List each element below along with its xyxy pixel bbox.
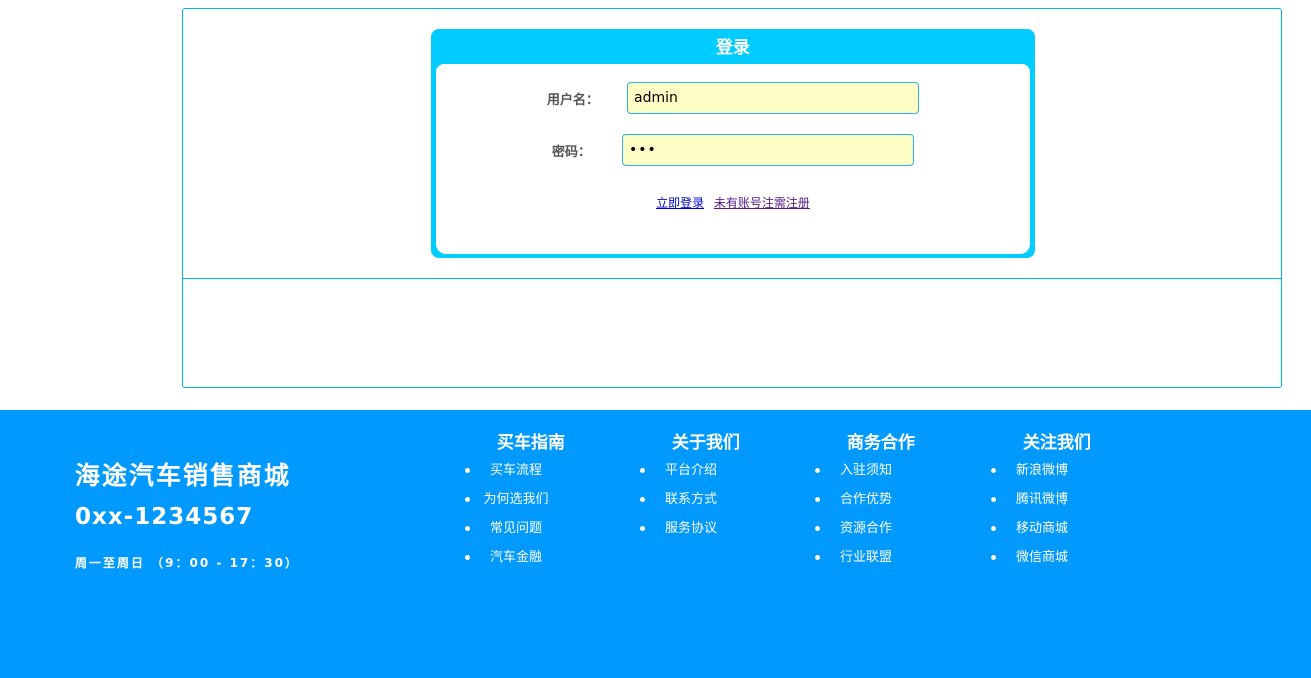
bullet-icon (815, 497, 820, 502)
footer-column-business: 商务合作 入驻须知 合作优势 资源合作 行业联盟 (815, 432, 965, 572)
bullet-icon (465, 468, 470, 473)
frame-divider (183, 278, 1281, 279)
footer-link[interactable]: 合作优势 (815, 485, 965, 514)
password-input[interactable] (622, 134, 914, 166)
footer-link[interactable]: 入驻须知 (815, 456, 965, 485)
login-panel: 登录 用户名： 密码： 立即登录 未有账号注需注册 (431, 29, 1035, 258)
bullet-icon (465, 555, 470, 560)
login-form: 用户名： 密码： 立即登录 未有账号注需注册 (436, 64, 1030, 254)
footer-column-about-us: 关于我们 平台介绍 联系方式 服务协议 (640, 432, 790, 543)
footer-link-label: 入驻须知 (839, 463, 892, 478)
footer-link-label: 联系方式 (664, 492, 717, 507)
footer-column-follow-us: 关注我们 新浪微博 腾讯微博 移动商城 微信商城 (991, 432, 1141, 572)
column-title: 商务合作 (847, 433, 915, 453)
brand-phone: 0xx-1234567 (75, 504, 254, 530)
footer-link[interactable]: 平台介绍 (640, 456, 790, 485)
footer-link-label: 微信商城 (1015, 550, 1068, 565)
footer-link[interactable]: 移动商城 (991, 514, 1141, 543)
brand-name: 海途汽车销售商城 (75, 461, 292, 490)
footer-link-label: 常见问题 (489, 521, 542, 536)
footer-link[interactable]: 资源合作 (815, 514, 965, 543)
footer: 海途汽车销售商城 0xx-1234567 周一至周日 （9：00 - 17：30… (0, 410, 1311, 678)
bullet-icon (991, 468, 996, 473)
bullet-icon (640, 526, 645, 531)
content-area: 登录 用户名： 密码： 立即登录 未有账号注需注册 (0, 0, 1311, 410)
footer-link-label: 合作优势 (839, 492, 892, 507)
footer-link-label: 移动商城 (1015, 521, 1068, 536)
footer-link-label: 行业联盟 (839, 550, 892, 565)
column-title: 关于我们 (672, 433, 740, 453)
footer-link-label: 腾讯微博 (1015, 492, 1068, 507)
login-title: 登录 (716, 38, 750, 58)
footer-link[interactable]: 行业联盟 (815, 543, 965, 572)
footer-link[interactable]: 联系方式 (640, 485, 790, 514)
business-hours: 周一至周日 （9：00 - 17：30） (75, 556, 299, 570)
bullet-icon (815, 526, 820, 531)
bullet-icon (465, 526, 470, 531)
column-title: 关注我们 (1023, 433, 1091, 453)
footer-link[interactable]: 汽车金融 (465, 543, 615, 572)
bullet-icon (815, 468, 820, 473)
column-list: 新浪微博 腾讯微博 移动商城 微信商城 (991, 456, 1141, 572)
footer-link-label: 汽车金融 (489, 550, 542, 565)
bullet-icon (640, 468, 645, 473)
bullet-icon (991, 526, 996, 531)
login-links: 立即登录 未有账号注需注册 (436, 194, 1030, 211)
footer-column-buying-guide: 买车指南 买车流程 为何选我们 常见问题 汽车金融 (465, 432, 615, 572)
footer-link[interactable]: 新浪微博 (991, 456, 1141, 485)
column-list: 入驻须知 合作优势 资源合作 行业联盟 (815, 456, 965, 572)
footer-link-label: 资源合作 (839, 521, 892, 536)
footer-link-label: 买车流程 (489, 463, 542, 478)
footer-link-label: 平台介绍 (664, 463, 717, 478)
username-label: 用户名： (547, 93, 600, 108)
bullet-icon (991, 497, 996, 502)
column-list: 平台介绍 联系方式 服务协议 (640, 456, 790, 543)
bullet-icon (465, 497, 470, 502)
username-input[interactable] (627, 82, 919, 114)
footer-link-label: 新浪微博 (1015, 463, 1068, 478)
column-title: 买车指南 (497, 433, 565, 453)
bullet-icon (640, 497, 645, 502)
footer-link-label: 服务协议 (664, 521, 717, 536)
column-list: 买车流程 为何选我们 常见问题 汽车金融 (465, 456, 615, 572)
footer-link[interactable]: 腾讯微博 (991, 485, 1141, 514)
bullet-icon (815, 555, 820, 560)
login-link[interactable]: 立即登录 (656, 196, 704, 210)
footer-link[interactable]: 为何选我们 (465, 485, 615, 514)
footer-link-label: 为何选我们 (483, 492, 549, 507)
footer-link[interactable]: 微信商城 (991, 543, 1141, 572)
register-link[interactable]: 未有账号注需注册 (714, 196, 810, 210)
footer-link[interactable]: 常见问题 (465, 514, 615, 543)
password-label: 密码： (552, 145, 592, 160)
footer-link[interactable]: 买车流程 (465, 456, 615, 485)
bullet-icon (991, 555, 996, 560)
footer-link[interactable]: 服务协议 (640, 514, 790, 543)
